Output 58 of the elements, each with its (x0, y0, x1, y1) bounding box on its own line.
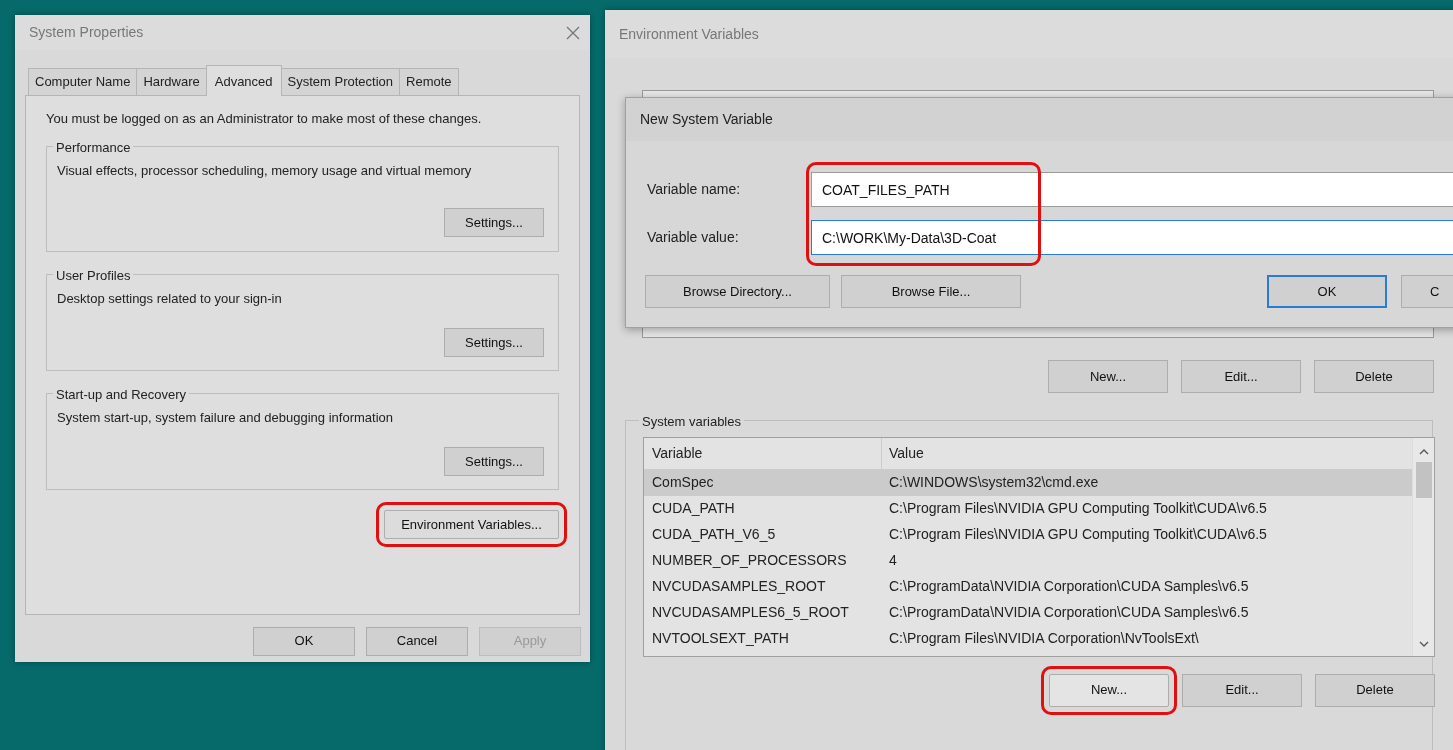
tab[interactable]: Hardware (136, 68, 207, 95)
dialog-button[interactable]: OK (253, 626, 355, 656)
table-cell-text: C:\Program Files\NVIDIA GPU Computing Toolkit\CUDA\v6.5 (888, 499, 1268, 518)
table-cell-text: NVTOOLSEXT_PATH (651, 629, 790, 648)
tab[interactable]: Computer Name (28, 68, 138, 95)
table-cell-text: C:\WINDOWS\system32\cmd.exe (888, 473, 1100, 492)
scrollbar[interactable] (1412, 437, 1434, 656)
dialog-button[interactable]: Browse Directory... (645, 275, 830, 308)
table-row[interactable]: NUMBER_OF_PROCESSORS 4 (644, 547, 1412, 574)
settings-button[interactable]: Settings... (444, 328, 544, 357)
table-cell-text: NVCUDASAMPLES_ROOT (651, 577, 827, 596)
dialog-title: New System Variable (640, 110, 773, 129)
field-label: Variable value: (647, 228, 740, 247)
table-row[interactable]: NVCUDASAMPLES6_5_ROOT C:\ProgramData\NVIDIA Corporation\CUDA Samples\v6.5 (644, 599, 1412, 626)
table-row[interactable]: NVTOOLSEXT_PATH C:\Program Files\NVIDIA Corporation\NvToolsExt\ (644, 625, 1412, 652)
tab[interactable]: System Protection (280, 68, 401, 95)
window-title: Environment Variables (619, 24, 759, 44)
notice-text: You must be logged on as an Administrator to make most of these changes. (46, 109, 483, 128)
text-field[interactable]: COAT_FILES_PATH (811, 172, 1453, 207)
dialog-button[interactable]: Delete (1314, 360, 1434, 393)
close-icon[interactable] (566, 25, 580, 40)
scroll-up-icon[interactable] (1418, 447, 1429, 456)
table-row[interactable]: CUDA_PATH_V6_5 C:\Program Files\NVIDIA GPU Computing Toolkit\CUDA\v6.5 (644, 521, 1412, 548)
table-row[interactable]: NVCUDASAMPLES_ROOT C:\ProgramData\NVIDIA Corporation\CUDA Samples\v6.5 (644, 573, 1412, 600)
column-header: Value (888, 443, 925, 463)
table-cell-text: C:\ProgramData\NVIDIA Corporation\CUDA Samples\v6.5 (888, 603, 1250, 622)
dialog-button[interactable]: New... (1048, 360, 1168, 393)
table-cell-text: C:\Program Files\NVIDIA GPU Computing Toolkit\CUDA\v6.5 (888, 525, 1268, 544)
table-cell-text: 4 (888, 551, 898, 570)
group-description: System start-up, system failure and debugging information (57, 408, 394, 427)
table-cell-text: C:\ProgramData\NVIDIA Corporation\CUDA Samples\v6.5 (888, 577, 1250, 596)
dialog-button[interactable]: Edit... (1181, 360, 1301, 393)
dialog-button[interactable]: C (1401, 275, 1453, 308)
table-row[interactable]: CUDA_PATH C:\Program Files\NVIDIA GPU Computing Toolkit\CUDA\v6.5 (644, 495, 1412, 522)
field-label: Variable name: (647, 180, 742, 199)
group-description: Desktop settings related to your sign-in (57, 289, 283, 308)
table-cell-text: NUMBER_OF_PROCESSORS (651, 551, 848, 570)
table-cell-text: NVCUDASAMPLES6_5_ROOT (651, 603, 850, 622)
table-cell-text: CUDA_PATH (651, 499, 736, 518)
group-description: Visual effects, processor scheduling, memory usage and virtual memory (57, 161, 473, 180)
settings-button[interactable]: Settings... (444, 447, 544, 476)
tab[interactable]: Remote (399, 68, 459, 95)
scroll-thumb[interactable] (1415, 461, 1432, 498)
table-cell-text: ComSpec (651, 473, 715, 492)
window-title: System Properties (29, 23, 144, 42)
column-header: Variable (644, 437, 882, 469)
dialog-button[interactable]: Cancel (366, 626, 468, 656)
dialog-button[interactable]: Browse File... (841, 275, 1021, 308)
dialog-button[interactable]: OK (1267, 275, 1387, 308)
settings-button[interactable]: Settings... (444, 208, 544, 237)
text-field[interactable]: C:\WORK\My-Data\3D-Coat (811, 220, 1453, 255)
dialog-button[interactable]: Delete (1315, 673, 1435, 707)
table-cell-text: CUDA_PATH_V6_5 (651, 525, 777, 544)
dialog-button[interactable]: Edit... (1182, 673, 1302, 707)
scroll-down-icon[interactable] (1418, 639, 1429, 648)
table-row[interactable]: ComSpec C:\WINDOWS\system32\cmd.exe (644, 469, 1412, 496)
table-cell-text: C:\Program Files\NVIDIA Corporation\NvToolsExt\ (888, 629, 1200, 648)
tab[interactable]: Advanced (205, 65, 282, 96)
